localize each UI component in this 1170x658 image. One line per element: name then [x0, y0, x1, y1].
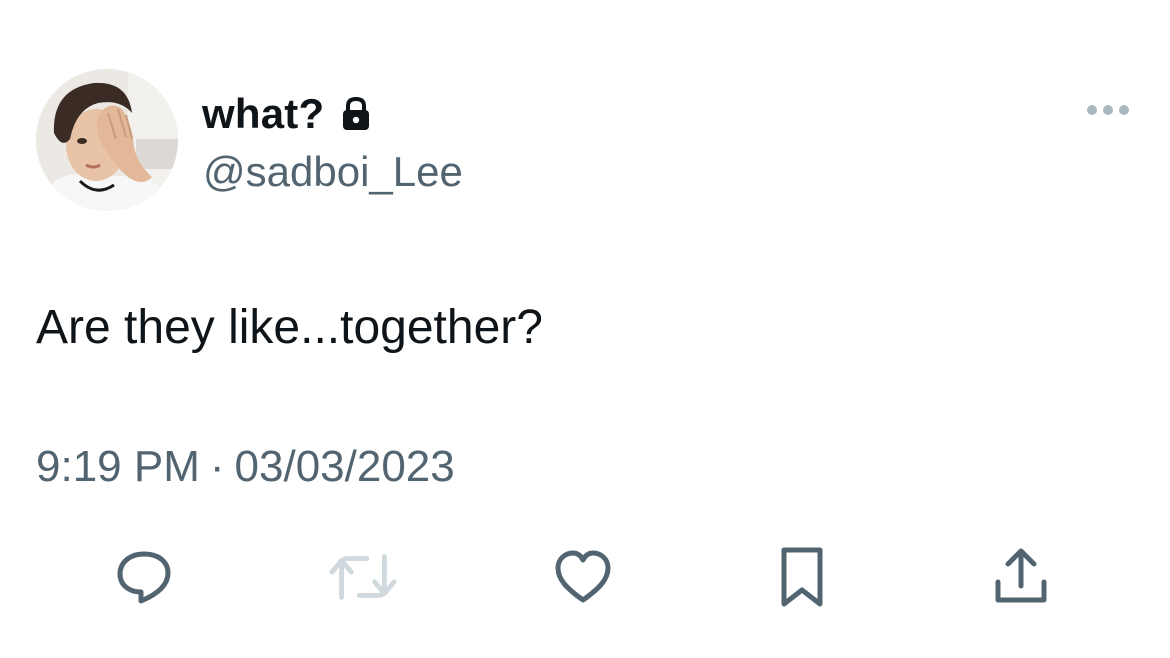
retweet-button[interactable] [328, 542, 398, 612]
reply-button[interactable] [109, 542, 179, 612]
share-button[interactable] [986, 542, 1056, 612]
tweet-timestamp[interactable]: 9:19 PM · 03/03/2023 [36, 442, 455, 492]
user-handle[interactable]: @sadboi_Lee [203, 148, 463, 196]
tweet-time: 9:19 PM [36, 442, 200, 491]
more-horizontal-icon[interactable] [1084, 98, 1132, 122]
heart-icon [555, 550, 611, 603]
tweet-card: what? @sadboi_Lee Are they like...togeth… [0, 0, 1170, 658]
reply-icon [117, 551, 171, 604]
avatar-photo [36, 69, 178, 211]
avatar[interactable] [36, 69, 178, 211]
like-button[interactable] [548, 542, 618, 612]
meta-separator: · [209, 442, 225, 491]
tweet-text: Are they like...together? [36, 301, 543, 354]
tweet-date: 03/03/2023 [234, 442, 455, 491]
share-icon [995, 548, 1047, 603]
retweet-icon [329, 554, 397, 600]
lock-icon [340, 96, 372, 132]
bookmark-button[interactable] [767, 542, 837, 612]
display-name[interactable]: what? [202, 90, 324, 138]
bookmark-icon [781, 547, 823, 607]
action-bar [0, 542, 1170, 612]
author-name-row: what? [202, 88, 372, 140]
